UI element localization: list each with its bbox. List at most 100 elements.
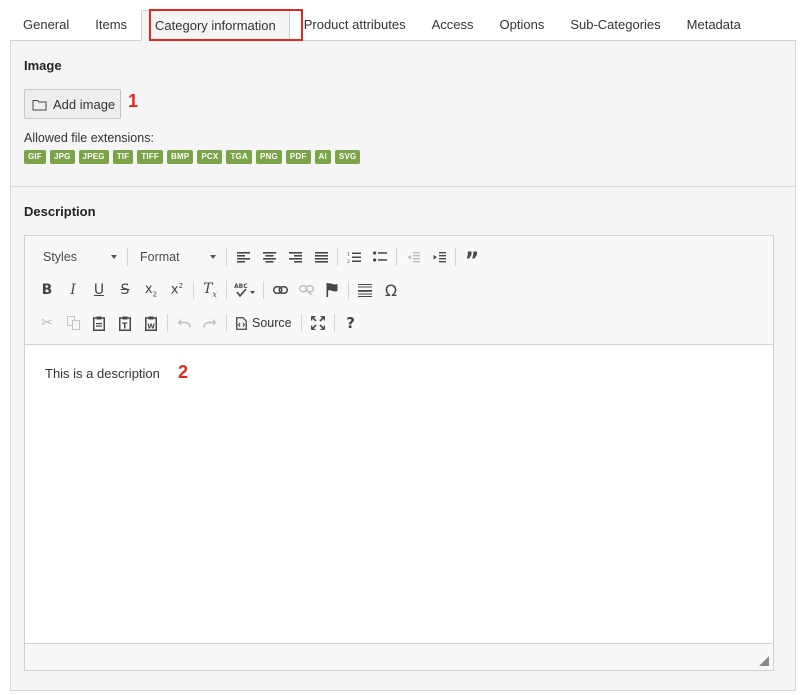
format-dropdown[interactable]: Format (131, 245, 223, 269)
tab-general[interactable]: General (10, 10, 82, 40)
paste-word-icon: W (145, 316, 157, 331)
copy-icon (66, 316, 80, 330)
source-button[interactable]: Source (230, 311, 298, 335)
folder-icon (32, 99, 47, 110)
extension-badge: GIF (24, 150, 46, 164)
maximize-icon (310, 316, 325, 330)
section-divider (11, 186, 795, 187)
extension-badge: TGA (226, 150, 252, 164)
paste-word-button[interactable]: W (138, 311, 164, 335)
remove-format-button[interactable]: Tx (197, 278, 223, 302)
extension-badge: PCX (197, 150, 223, 164)
help-button[interactable]: ? (338, 311, 364, 335)
description-section-title: Description (24, 204, 96, 219)
link-icon (272, 286, 288, 294)
svg-text:W: W (147, 322, 155, 330)
underline-button[interactable]: U (86, 278, 112, 302)
toolbar-separator (300, 314, 302, 332)
spellcheck-icon: ABC (234, 283, 255, 298)
paste-text-button[interactable]: T (112, 311, 138, 335)
outdent-icon (407, 251, 420, 262)
bulleted-list-button[interactable] (367, 245, 393, 269)
align-right-button[interactable] (282, 245, 308, 269)
source-code-icon (236, 316, 247, 330)
add-image-label: Add image (53, 96, 116, 112)
redo-button[interactable] (197, 311, 223, 335)
paste-text-icon: T (119, 316, 131, 331)
italic-button[interactable]: I (60, 278, 86, 302)
help-icon: ? (346, 314, 355, 332)
category-information-panel: Image Add image 1 Allowed file extension… (10, 41, 796, 691)
paste-button[interactable] (86, 311, 112, 335)
numbered-list-button[interactable]: 12 (341, 245, 367, 269)
clipboard-icon (93, 316, 105, 331)
link-button[interactable] (267, 278, 293, 302)
extension-badge: JPEG (78, 150, 109, 164)
toolbar-separator (167, 314, 168, 332)
tab-sub-categories[interactable]: Sub-Categories (557, 10, 673, 40)
tab-options[interactable]: Options (487, 10, 558, 40)
superscript-button[interactable]: x2 (164, 278, 190, 302)
tab-bar: General Items Category information Produ… (10, 10, 796, 41)
align-center-button[interactable] (256, 245, 282, 269)
scissors-icon: ✂ (41, 315, 53, 331)
numbered-list-icon: 12 (347, 251, 361, 264)
anchor-button[interactable] (319, 278, 345, 302)
align-center-icon (262, 251, 276, 263)
svg-text:2: 2 (347, 259, 350, 264)
blockquote-button[interactable]: ” (459, 241, 485, 274)
special-character-button[interactable]: Ω (378, 278, 404, 302)
omega-icon: Ω (384, 280, 398, 300)
strikethrough-button[interactable]: S (112, 278, 138, 302)
redo-icon (203, 319, 217, 328)
tab-category-information[interactable]: Category information (141, 10, 290, 41)
tab-product-attributes[interactable]: Product attributes (291, 10, 419, 40)
extension-badge: PDF (285, 150, 311, 164)
toolbar-row-3: ✂ T W Source ? (34, 309, 364, 337)
styles-dropdown[interactable]: Styles (34, 245, 124, 269)
align-justify-icon (314, 251, 328, 263)
resize-handle-icon[interactable] (759, 656, 769, 666)
toolbar-separator (348, 281, 349, 299)
horizontal-line-icon (358, 283, 372, 297)
editor-status-bar (25, 643, 773, 670)
toolbar-separator (226, 248, 227, 266)
add-image-button[interactable]: Add image (24, 89, 121, 119)
toolbar-separator (455, 248, 456, 266)
toolbar-separator (337, 248, 338, 266)
justify-button[interactable] (308, 245, 334, 269)
decrease-indent-button[interactable] (400, 245, 426, 269)
indent-icon (433, 251, 446, 262)
callout-1: 1 (128, 91, 139, 111)
maximize-button[interactable] (305, 311, 331, 335)
extension-badge: TIFF (137, 150, 163, 164)
copy-button[interactable] (60, 311, 86, 335)
clear-format-icon: Tx (203, 281, 217, 299)
editor-toolbar: Styles Format 1 2 ” B I U S x2 x2 Tx ABC… (25, 236, 773, 345)
unlink-button[interactable] (293, 278, 319, 302)
bulleted-list-icon (373, 251, 387, 262)
cut-button[interactable]: ✂ (34, 311, 60, 335)
quote-icon: ” (464, 249, 480, 274)
chevron-down-icon (111, 255, 117, 259)
editor-content[interactable]: This is a description (45, 366, 160, 381)
subscript-button[interactable]: x2 (138, 278, 164, 302)
tab-access[interactable]: Access (419, 10, 487, 40)
svg-text:T: T (122, 321, 128, 330)
underline-icon: U (93, 282, 105, 298)
undo-button[interactable] (171, 311, 197, 335)
horizontal-line-button[interactable] (352, 278, 378, 302)
chevron-down-icon (210, 255, 216, 259)
subscript-icon: x2 (144, 281, 158, 299)
toolbar-row-1: Styles Format 1 2 ” (34, 241, 485, 274)
toolbar-separator (127, 248, 128, 266)
spellcheck-button[interactable]: ABC (230, 278, 260, 302)
increase-indent-button[interactable] (426, 245, 452, 269)
align-left-button[interactable] (230, 245, 256, 269)
italic-icon: I (70, 282, 76, 298)
bold-button[interactable]: B (34, 278, 60, 302)
align-right-icon (288, 251, 302, 263)
toolbar-separator (263, 281, 264, 299)
tab-metadata[interactable]: Metadata (674, 10, 754, 40)
tab-items[interactable]: Items (82, 10, 140, 40)
